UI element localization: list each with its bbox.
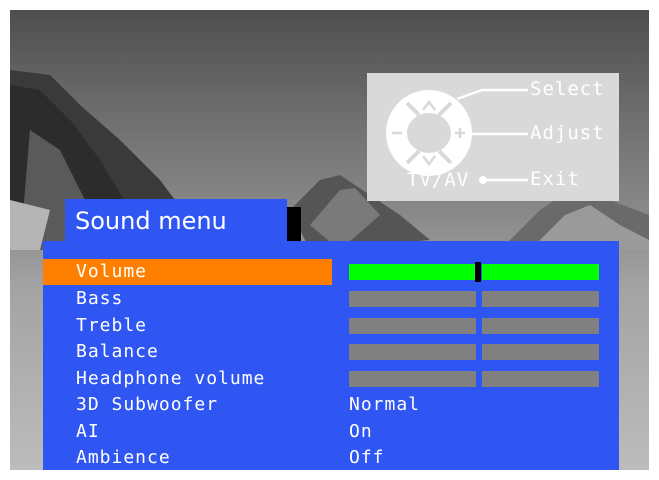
menu-item-label: Bass bbox=[76, 288, 124, 309]
menu-item-label: Balance bbox=[76, 341, 159, 362]
balance-slider-left[interactable] bbox=[349, 344, 476, 360]
treble-slider-right[interactable] bbox=[482, 318, 599, 334]
menu-title: Sound menu bbox=[65, 199, 287, 243]
menu-item-headphone-volume[interactable]: Headphone volume bbox=[43, 366, 619, 392]
tv-screen: Select Adjust Exit TV/AV Sound menu Volu… bbox=[10, 10, 649, 470]
menu-item-3d-subwoofer[interactable]: 3D Subwoofer Normal bbox=[43, 392, 619, 418]
menu-item-treble[interactable]: Treble bbox=[43, 313, 619, 339]
ambience-value[interactable]: Off bbox=[349, 445, 385, 470]
tvav-label: TV/AV bbox=[407, 169, 470, 191]
ai-value[interactable]: On bbox=[349, 419, 373, 445]
menu-item-label: 3D Subwoofer bbox=[76, 394, 219, 415]
headphone-volume-slider-right[interactable] bbox=[482, 371, 599, 387]
exit-label: Exit bbox=[530, 168, 580, 190]
menu-item-ai[interactable]: AI On bbox=[43, 419, 619, 445]
volume-slider-marker[interactable] bbox=[475, 262, 481, 282]
menu-item-label: Treble bbox=[76, 315, 148, 336]
menu-item-label: Headphone volume bbox=[76, 368, 266, 389]
remote-help-box: Select Adjust Exit TV/AV bbox=[367, 73, 619, 201]
menu-item-balance[interactable]: Balance bbox=[43, 339, 619, 365]
balance-slider-right[interactable] bbox=[482, 344, 599, 360]
menu-item-label: Volume bbox=[76, 261, 148, 282]
volume-slider-right[interactable] bbox=[482, 264, 599, 280]
adjust-label: Adjust bbox=[530, 122, 605, 144]
bass-slider-left[interactable] bbox=[349, 291, 476, 307]
select-label: Select bbox=[530, 78, 605, 100]
sound-menu-panel: Volume Bass Treble Balance Headphone vol… bbox=[43, 241, 619, 470]
headphone-volume-slider-left[interactable] bbox=[349, 371, 476, 387]
menu-item-label: Ambience bbox=[76, 447, 171, 468]
treble-slider-left[interactable] bbox=[349, 318, 476, 334]
menu-item-label: AI bbox=[76, 421, 100, 442]
bass-slider-right[interactable] bbox=[482, 291, 599, 307]
volume-slider-left[interactable] bbox=[349, 264, 476, 280]
menu-item-bass[interactable]: Bass bbox=[43, 286, 619, 312]
menu-item-ambience[interactable]: Ambience Off bbox=[43, 445, 619, 470]
menu-item-volume[interactable]: Volume bbox=[43, 259, 619, 285]
subwoofer-value[interactable]: Normal bbox=[349, 392, 420, 418]
